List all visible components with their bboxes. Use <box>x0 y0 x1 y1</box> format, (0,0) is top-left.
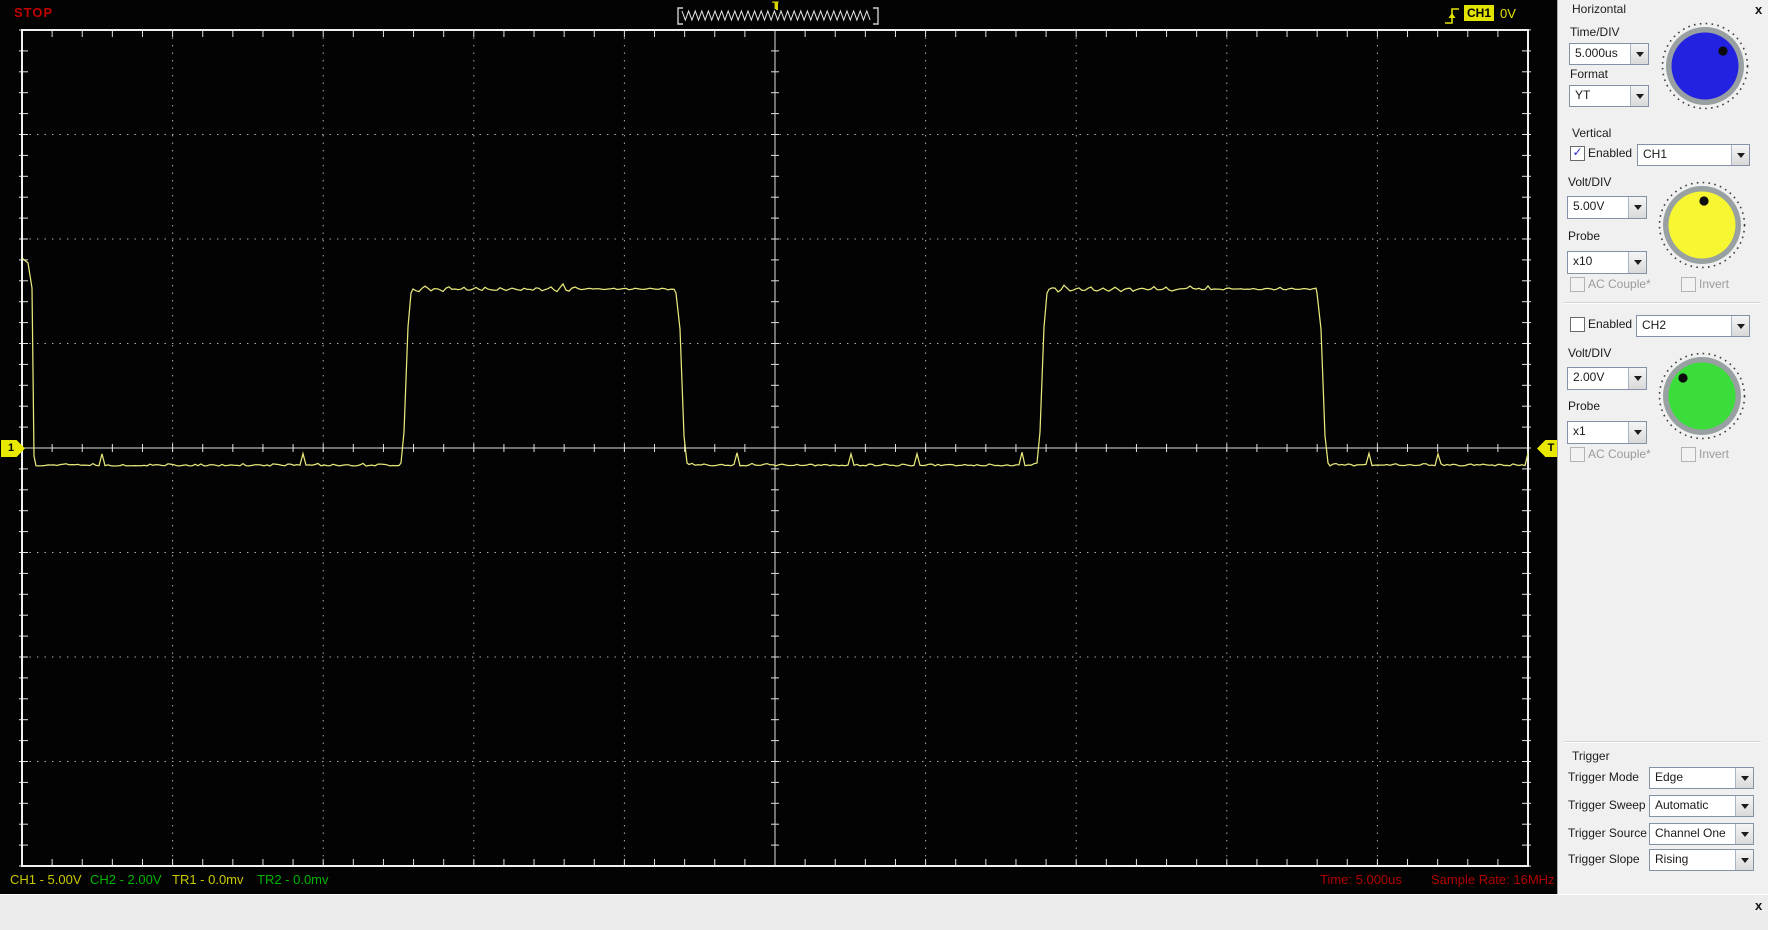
channel-separator <box>1564 302 1761 304</box>
ch2-invert-label: Invert <box>1699 447 1730 461</box>
ch1-volt-div-label: Volt/DIV <box>1568 175 1612 189</box>
knob-graphic <box>1658 352 1746 440</box>
trigger-sweep-select[interactable]: Automatic <box>1649 795 1754 817</box>
status-sample-rate: Sample Rate: 16MHz <box>1431 872 1555 887</box>
trigger-mode-select[interactable]: Edge <box>1649 767 1754 789</box>
format-value: YT <box>1575 88 1591 102</box>
graticule <box>19 29 1531 867</box>
chevron-down-icon[interactable] <box>1735 824 1753 844</box>
vertical-group-title: Vertical <box>1572 126 1612 140</box>
chevron-down-icon[interactable] <box>1630 44 1648 64</box>
preview-trigger-position-marker[interactable]: T <box>772 0 779 12</box>
ch2-enabled-checkbox[interactable] <box>1570 317 1585 332</box>
timebase-knob[interactable] <box>1657 18 1753 117</box>
rising-edge-icon <box>1445 8 1459 24</box>
ch1-channel-value: CH1 <box>1643 147 1668 161</box>
trigger-sweep-label: Trigger Sweep <box>1568 798 1646 812</box>
ch2-ac-couple-checkbox <box>1570 447 1585 462</box>
format-select[interactable]: YT <box>1569 85 1649 107</box>
ch2-probe-value: x1 <box>1573 424 1586 438</box>
ch1-ac-couple-checkbox <box>1570 277 1585 292</box>
status-tr1-level: TR1 - 0.0mv <box>172 872 244 887</box>
ch2-volt-div-label: Volt/DIV <box>1568 346 1612 360</box>
trigger-separator <box>1564 741 1761 743</box>
chevron-down-icon[interactable] <box>1628 422 1646 443</box>
chevron-down-icon[interactable] <box>1630 86 1648 106</box>
knob-graphic <box>1658 181 1746 269</box>
chevron-down-icon[interactable] <box>1628 197 1646 218</box>
ch2-probe-label: Probe <box>1568 399 1601 413</box>
chevron-down-icon[interactable] <box>1731 316 1749 336</box>
trigger-mode-value: Edge <box>1655 770 1684 784</box>
control-panel: Horizontal x Time/DIV 5.000us Format YT … <box>1557 0 1768 894</box>
time-div-label: Time/DIV <box>1570 25 1620 39</box>
window-bottom-strip: x <box>0 894 1768 930</box>
oscilloscope-app: STOP T CH1 0V 1 T CH1 - 5.00V CH2 - 2.00… <box>0 0 1768 930</box>
status-timebase: Time: 5.000us <box>1320 872 1402 887</box>
acquisition-state-label: STOP <box>14 5 54 20</box>
time-div-value: 5.000us <box>1575 46 1618 60</box>
format-label: Format <box>1570 67 1609 81</box>
status-tr2-level: TR2 - 0.0mv <box>257 872 329 887</box>
ch2-probe-select[interactable]: x1 <box>1567 421 1647 444</box>
ch1-enabled-checkbox[interactable] <box>1570 146 1585 161</box>
scope-display: STOP T CH1 0V 1 T CH1 - 5.00V CH2 - 2.00… <box>0 0 1561 894</box>
trigger-level-readout: 0V <box>1500 6 1516 21</box>
chevron-down-icon[interactable] <box>1735 768 1753 788</box>
ch2-channel-select[interactable]: CH2 <box>1636 315 1750 337</box>
ch1-invert-label: Invert <box>1699 277 1730 291</box>
ch2-volt-div-value: 2.00V <box>1573 370 1605 384</box>
ch1-probe-label: Probe <box>1568 229 1601 243</box>
trigger-source-value: Channel One <box>1655 826 1726 840</box>
panel-close-button[interactable]: x <box>1755 2 1762 17</box>
status-ch2-scale: CH2 - 2.00V <box>90 872 162 887</box>
trigger-slope-label: Trigger Slope <box>1568 852 1640 866</box>
chevron-down-icon[interactable] <box>1735 796 1753 816</box>
time-div-select[interactable]: 5.000us <box>1569 43 1649 65</box>
scope-graticule-svg <box>19 2 1531 867</box>
ch1-channel-select[interactable]: CH1 <box>1637 144 1750 166</box>
ch1-probe-select[interactable]: x10 <box>1567 251 1647 274</box>
ch1-volt-div-select[interactable]: 5.00V <box>1567 196 1647 219</box>
ch1-volt-div-value: 5.00V <box>1573 199 1605 213</box>
chevron-down-icon[interactable] <box>1628 368 1646 389</box>
window-close-button[interactable]: x <box>1755 898 1762 913</box>
ch2-volt-div-select[interactable]: 2.00V <box>1567 367 1647 390</box>
ch1-invert-checkbox <box>1681 277 1696 292</box>
trigger-source-select[interactable]: Channel One <box>1649 823 1754 845</box>
trigger-source-badge: CH1 <box>1464 5 1494 21</box>
trigger-sweep-value: Automatic <box>1655 798 1709 812</box>
trigger-slope-select[interactable]: Rising <box>1649 849 1754 871</box>
ch2-enabled-label: Enabled <box>1588 317 1633 331</box>
chevron-down-icon[interactable] <box>1735 850 1753 870</box>
horizontal-group-title: Horizontal <box>1572 2 1627 16</box>
knob-graphic <box>1661 22 1749 110</box>
ch1-probe-value: x10 <box>1573 254 1593 268</box>
trigger-group-title: Trigger <box>1572 749 1610 763</box>
ch2-channel-value: CH2 <box>1642 318 1667 332</box>
ch1-enabled-label: Enabled <box>1588 146 1633 160</box>
ch1-ac-couple-label: AC Couple* <box>1588 277 1651 291</box>
ch2-ac-couple-label: AC Couple* <box>1588 447 1651 461</box>
chevron-down-icon[interactable] <box>1731 145 1749 165</box>
status-ch1-scale: CH1 - 5.00V <box>10 872 82 887</box>
ch1-volt-div-knob[interactable] <box>1654 177 1750 276</box>
chevron-down-icon[interactable] <box>1628 252 1646 273</box>
ch2-invert-checkbox <box>1681 447 1696 462</box>
trigger-mode-label: Trigger Mode <box>1568 770 1639 784</box>
trigger-slope-value: Rising <box>1655 852 1689 866</box>
trigger-source-label: Trigger Source <box>1568 826 1647 840</box>
ch2-volt-div-knob[interactable] <box>1654 348 1750 447</box>
